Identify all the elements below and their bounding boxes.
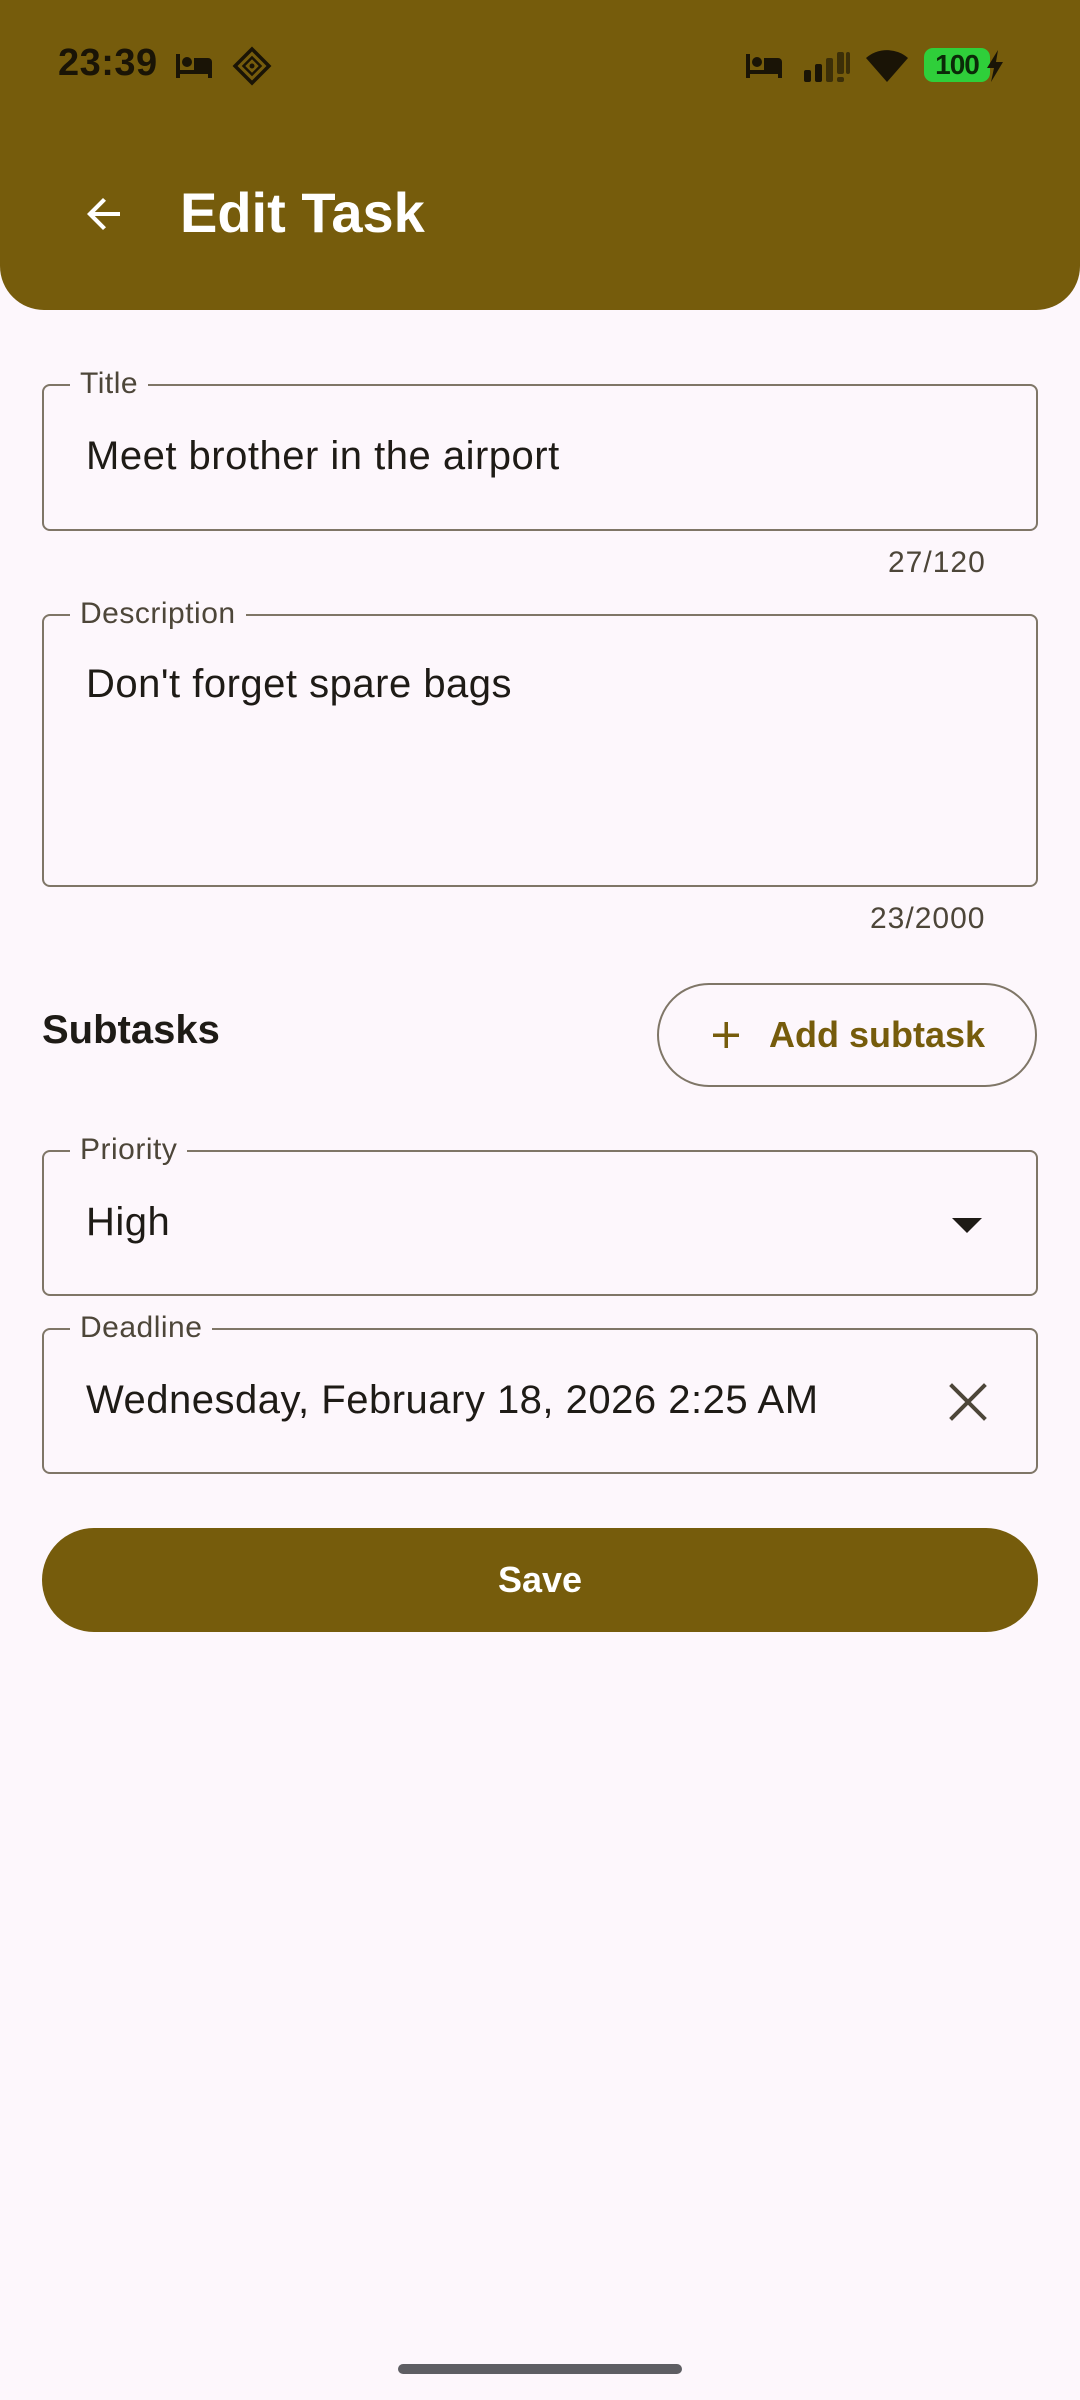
priority-dropdown[interactable]: Priority High <box>42 1133 1038 1296</box>
title-input[interactable]: Meet brother in the airport <box>86 434 560 479</box>
description-char-counter: 23/2000 <box>870 902 986 935</box>
description-input[interactable]: Don't forget spare bags <box>86 662 512 707</box>
save-button[interactable]: Save <box>42 1528 1038 1632</box>
status-time: 23:39 <box>58 42 158 84</box>
deadline-field[interactable]: Deadline Wednesday, February 18, 2026 2:… <box>42 1311 1038 1474</box>
priority-field-label: Priority <box>70 1133 188 1167</box>
data-saver-icon <box>232 46 272 86</box>
plus-icon <box>712 1022 739 1048</box>
add-subtask-button[interactable]: Add subtask <box>657 983 1037 1087</box>
title-field-label: Title <box>70 367 149 401</box>
bed-icon <box>746 54 782 78</box>
add-subtask-label: Add subtask <box>768 1014 986 1055</box>
title-char-counter: 27/120 <box>888 546 986 579</box>
battery-level: 100 <box>935 49 980 80</box>
subtasks-heading: Subtasks <box>42 1008 220 1052</box>
page-title: Edit Task <box>180 181 425 244</box>
signal-icon <box>804 52 850 82</box>
back-button[interactable] <box>66 176 142 252</box>
deadline-value[interactable]: Wednesday, February 18, 2026 2:25 AM <box>86 1378 819 1423</box>
save-button-label: Save <box>497 1559 583 1600</box>
priority-selected-value: High <box>86 1200 171 1244</box>
edit-task-screen: 23:39 100 Edit Task Title Meet brother i… <box>0 0 1080 2400</box>
clear-deadline-button[interactable] <box>940 1374 996 1430</box>
close-icon <box>949 1383 987 1421</box>
charging-bolt-icon <box>987 50 1003 82</box>
description-field-label: Description <box>70 597 246 631</box>
app-bar: 23:39 100 Edit Task <box>0 0 1080 310</box>
arrow-drop-down-icon <box>952 1218 982 1233</box>
arrow-back-icon <box>87 198 120 230</box>
wifi-icon <box>866 50 908 82</box>
title-field[interactable]: Title Meet brother in the airport <box>42 367 1038 531</box>
battery-icon: 100 <box>924 48 990 82</box>
home-indicator[interactable] <box>398 2364 682 2374</box>
deadline-field-label: Deadline <box>70 1311 213 1345</box>
bed-icon <box>176 54 212 78</box>
description-field[interactable]: Description Don't forget spare bags <box>42 597 1038 887</box>
